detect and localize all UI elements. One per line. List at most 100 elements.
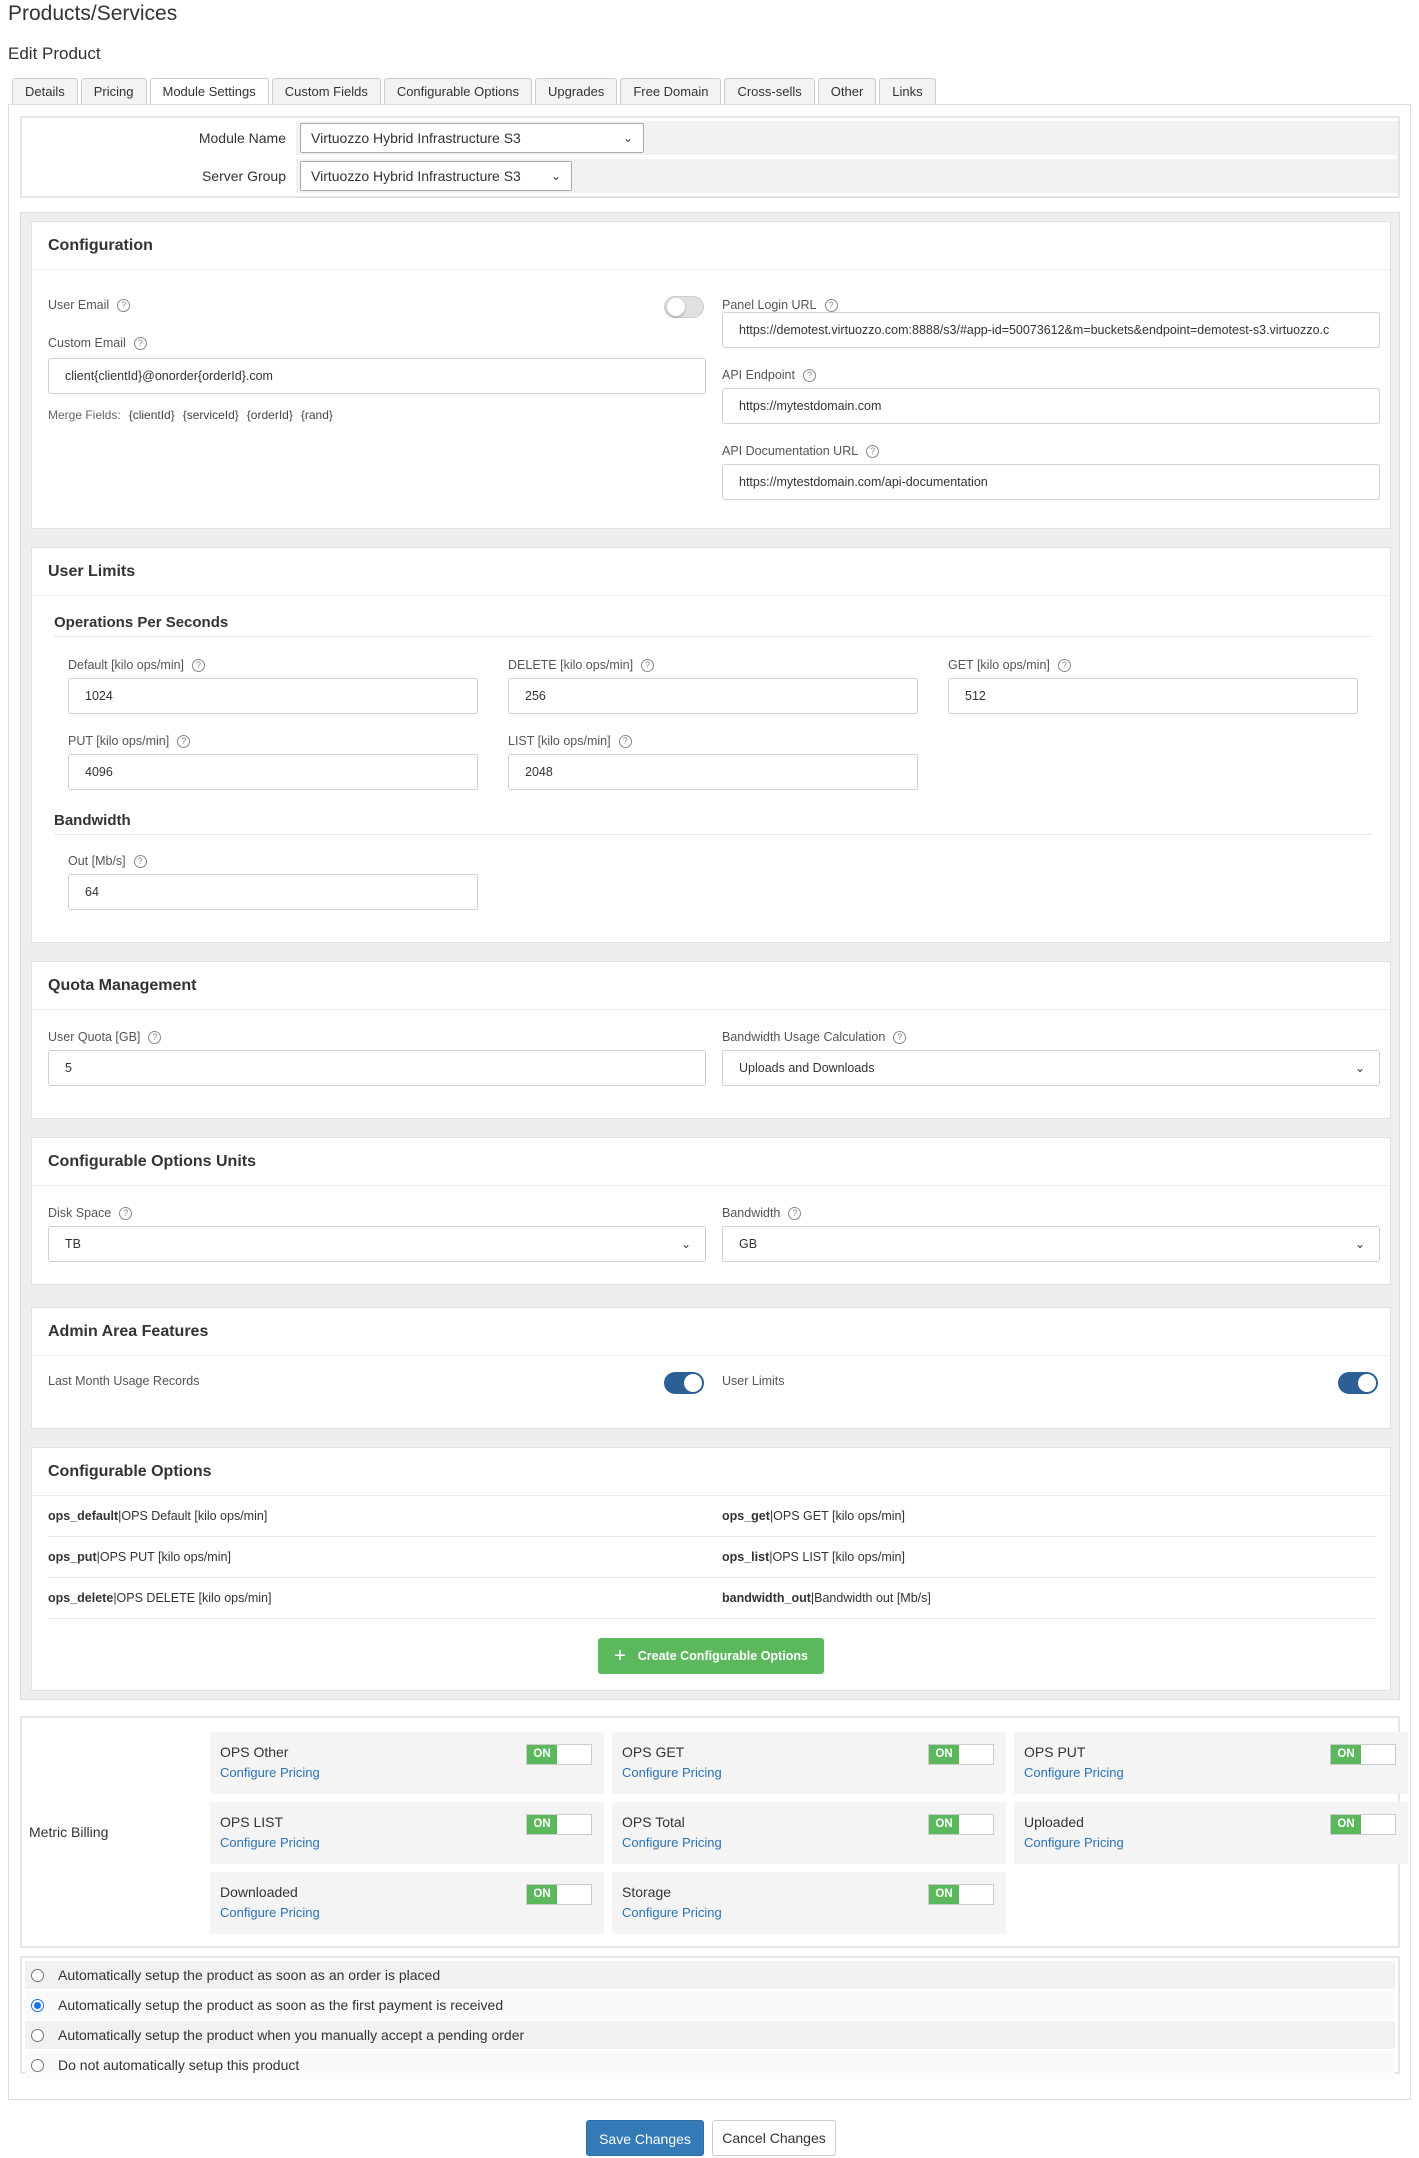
server-group-select[interactable]: Virtuozzo Hybrid Infrastructure S3 ⌄ (300, 161, 572, 191)
module-name-select[interactable]: Virtuozzo Hybrid Infrastructure S3 ⌄ (300, 123, 644, 153)
chevron-down-icon: ⌄ (680, 1237, 691, 1251)
bw-calc-select[interactable]: Uploads and Downloads ⌄ (722, 1050, 1380, 1086)
bw-calc-label-wrap: Bandwidth Usage Calculation? (722, 1030, 907, 1044)
user-limits-feature-toggle[interactable] (1338, 1372, 1378, 1394)
help-icon[interactable]: ? (802, 368, 816, 382)
metric-toggle[interactable]: ON (928, 1814, 994, 1835)
admin-features-title: Admin Area Features (32, 1308, 1390, 1356)
api-doc-label: API Documentation URL (722, 444, 859, 458)
setup-option[interactable]: Automatically setup the product when you… (25, 2021, 1395, 2049)
config-option-item: ops_get|OPS GET [kilo ops/min] (722, 1509, 905, 1523)
get-ops-input[interactable]: 512 (948, 678, 1358, 714)
save-changes-button[interactable]: Save Changes (586, 2120, 704, 2156)
tab-free-domain[interactable]: Free Domain (620, 78, 722, 104)
configure-pricing-link[interactable]: Configure Pricing (622, 1765, 722, 1780)
disk-space-value: TB (65, 1237, 81, 1251)
metric-uploaded: Uploaded Configure Pricing ON (1014, 1802, 1408, 1864)
custom-email-input[interactable]: client{clientId}@onorder{orderId}.com (48, 358, 706, 394)
help-icon[interactable]: ? (119, 1206, 133, 1220)
user-limits-card: User Limits Operations Per Seconds Defau… (31, 547, 1391, 943)
table-row: ops_delete|OPS DELETE [kilo ops/min] ban… (48, 1578, 1376, 1619)
metric-toggle[interactable]: ON (1330, 1744, 1396, 1765)
tab-other[interactable]: Other (817, 78, 877, 104)
metric-toggle[interactable]: ON (928, 1884, 994, 1905)
setup-option-label: Automatically setup the product as soon … (58, 1997, 504, 2013)
panel-login-input[interactable]: https://demotest.virtuozzo.com:8888/s3/#… (722, 312, 1380, 348)
configure-pricing-link[interactable]: Configure Pricing (220, 1835, 320, 1850)
module-settings-container: Configuration User Email ? Custom Email … (20, 212, 1400, 1700)
merge-field[interactable]: {rand} (301, 408, 333, 422)
help-icon[interactable]: ? (133, 854, 147, 868)
help-icon[interactable]: ? (866, 444, 880, 458)
list-ops-input[interactable]: 2048 (508, 754, 918, 790)
merge-field[interactable]: {serviceId} (183, 408, 239, 422)
tab-cross-sells[interactable]: Cross-sells (724, 78, 815, 104)
configure-pricing-link[interactable]: Configure Pricing (1024, 1765, 1124, 1780)
user-email-label-wrap: User Email ? (48, 298, 131, 312)
radio-button[interactable] (31, 2058, 44, 2072)
help-icon[interactable]: ? (117, 298, 131, 312)
help-icon[interactable]: ? (788, 1206, 802, 1220)
tab-details[interactable]: Details (12, 78, 78, 104)
setup-option[interactable]: Do not automatically setup this product (25, 2051, 1395, 2079)
setup-option-label: Automatically setup the product as soon … (58, 1967, 441, 1983)
help-icon[interactable]: ? (641, 658, 655, 672)
help-icon[interactable]: ? (618, 734, 632, 748)
tab-custom-fields[interactable]: Custom Fields (271, 78, 381, 104)
tab-upgrades[interactable]: Upgrades (534, 78, 618, 104)
list-ops-label: LIST [kilo ops/min] (508, 734, 611, 748)
merge-field[interactable]: {clientId} (129, 408, 175, 422)
api-endpoint-input[interactable]: https://mytestdomain.com (722, 388, 1380, 424)
list-ops-label-wrap: LIST [kilo ops/min]? (508, 734, 632, 748)
help-icon[interactable]: ? (133, 336, 147, 350)
out-input[interactable]: 64 (68, 874, 478, 910)
default-ops-input[interactable]: 1024 (68, 678, 478, 714)
configure-pricing-link[interactable]: Configure Pricing (220, 1765, 320, 1780)
units-title: Configurable Options Units (32, 1138, 1390, 1186)
bandwidth-unit-select[interactable]: GB ⌄ (722, 1226, 1380, 1262)
radio-button[interactable] (31, 2028, 44, 2042)
delete-ops-input[interactable]: 256 (508, 678, 918, 714)
chevron-down-icon: ⌄ (1354, 1061, 1365, 1075)
metric-toggle[interactable]: ON (526, 1744, 592, 1765)
setup-option[interactable]: Automatically setup the product as soon … (25, 1961, 1395, 1989)
metric-ops-other: OPS Other Configure Pricing ON (210, 1732, 604, 1794)
get-ops-label-wrap: GET [kilo ops/min]? (948, 658, 1071, 672)
tab-module-settings[interactable]: Module Settings (149, 78, 269, 105)
help-icon[interactable]: ? (1057, 658, 1071, 672)
panel-login-label: Panel Login URL (722, 298, 817, 312)
user-quota-input[interactable]: 5 (48, 1050, 706, 1086)
help-icon[interactable]: ? (177, 734, 191, 748)
units-card: Configurable Options Units Disk Space? T… (31, 1137, 1391, 1285)
merge-field[interactable]: {orderId} (247, 408, 293, 422)
help-icon[interactable]: ? (893, 1030, 907, 1044)
tab-links[interactable]: Links (879, 78, 936, 104)
api-doc-input[interactable]: https://mytestdomain.com/api-documentati… (722, 464, 1380, 500)
configure-pricing-link[interactable]: Configure Pricing (622, 1905, 722, 1920)
metric-toggle[interactable]: ON (1330, 1814, 1396, 1835)
configure-pricing-link[interactable]: Configure Pricing (622, 1835, 722, 1850)
metric-name: OPS LIST (220, 1814, 284, 1830)
configure-pricing-link[interactable]: Configure Pricing (220, 1905, 320, 1920)
put-ops-input[interactable]: 4096 (68, 754, 478, 790)
user-email-toggle[interactable] (664, 296, 704, 318)
help-icon[interactable]: ? (192, 658, 206, 672)
help-icon[interactable]: ? (824, 298, 838, 312)
metric-toggle[interactable]: ON (526, 1814, 592, 1835)
tab-pricing[interactable]: Pricing (80, 78, 147, 104)
radio-button[interactable] (31, 1968, 44, 1982)
tab-configurable-options[interactable]: Configurable Options (383, 78, 532, 104)
help-icon[interactable]: ? (148, 1030, 162, 1044)
metric-toggle[interactable]: ON (928, 1744, 994, 1765)
radio-button[interactable] (31, 1998, 44, 2012)
configure-pricing-link[interactable]: Configure Pricing (1024, 1835, 1124, 1850)
create-configurable-options-button[interactable]: + Create Configurable Options (598, 1638, 824, 1674)
disk-space-select[interactable]: TB ⌄ (48, 1226, 706, 1262)
metric-name: OPS GET (622, 1744, 685, 1760)
setup-option[interactable]: Automatically setup the product as soon … (25, 1991, 1395, 2019)
metric-ops-put: OPS PUT Configure Pricing ON (1014, 1732, 1408, 1794)
last-month-usage-toggle[interactable] (664, 1372, 704, 1394)
cancel-changes-button[interactable]: Cancel Changes (712, 2120, 836, 2156)
ops-section-title: Operations Per Seconds (54, 614, 229, 631)
metric-toggle[interactable]: ON (526, 1884, 592, 1905)
